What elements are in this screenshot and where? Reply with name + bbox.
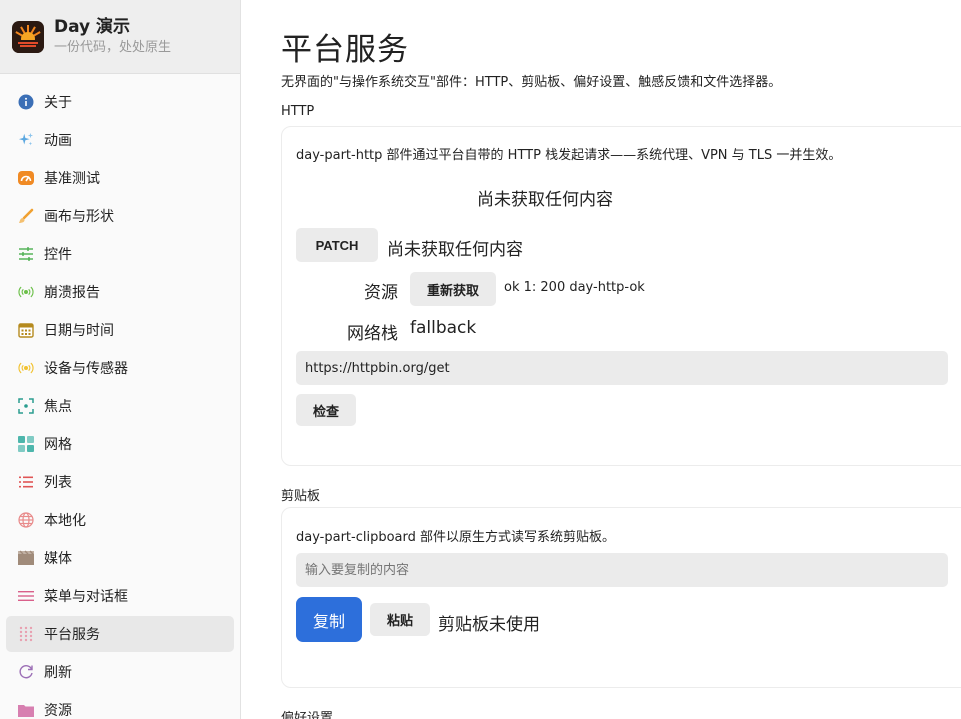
sidebar-item-label: 媒体 (44, 551, 72, 567)
list-icon (18, 474, 34, 490)
clipboard-status: 剪贴板未使用 (438, 615, 540, 635)
sidebar-item-about[interactable]: 关于 (6, 84, 234, 120)
main-content: 平台服务 无界面的"与操作系统交互"部件：HTTP、剪贴板、偏好设置、触感反馈和… (241, 0, 961, 719)
sidebar-item-label: 动画 (44, 133, 72, 149)
grid-icon (18, 436, 34, 452)
sidebar-item-canvas[interactable]: 画布与形状 (6, 198, 234, 234)
sidebar-item-label: 设备与传感器 (44, 361, 128, 377)
url-input[interactable] (296, 351, 948, 385)
app-header: Day 演示 一份代码，处处原生 (0, 0, 240, 74)
sidebar-item-label: 网格 (44, 437, 72, 453)
brush-icon (18, 208, 34, 224)
sidebar-item-label: 画布与形状 (44, 209, 114, 225)
patch-button[interactable]: PATCH (296, 228, 378, 262)
preferences-section-label: 偏好设置 (281, 711, 334, 719)
clipboard-input[interactable] (296, 553, 948, 587)
http-card: day-part-http 部件通过平台自带的 HTTP 栈发起请求——系统代理… (281, 126, 961, 466)
sidebar-item-label: 基准测试 (44, 171, 100, 187)
sidebar-item-label: 控件 (44, 247, 72, 263)
speedometer-icon (18, 170, 34, 186)
sensor-icon (18, 360, 34, 376)
sidebar-item-crash-report[interactable]: 崩溃报告 (6, 274, 234, 310)
globe-icon (18, 512, 34, 528)
http-section-label: HTTP (281, 104, 315, 119)
clipboard-section-label: 剪贴板 (281, 489, 321, 504)
clipboard-description: day-part-clipboard 部件以原生方式读写系统剪贴板。 (296, 530, 616, 545)
dots-grid-icon (18, 626, 34, 642)
sidebar-item-devices[interactable]: 设备与传感器 (6, 350, 234, 386)
sidebar: Day 演示 一份代码，处处原生 关于 动画 基准测试 画布与形状 控件 崩溃报… (0, 0, 241, 719)
inspect-button[interactable]: 检查 (296, 394, 356, 426)
resource-result: ok 1: 200 day-http-ok (504, 280, 645, 295)
resource-label: 资源 (364, 283, 398, 303)
calendar-icon (18, 322, 34, 338)
sidebar-item-resources[interactable]: 资源 (6, 692, 234, 719)
paste-button[interactable]: 粘贴 (370, 603, 430, 636)
app-logo-icon (12, 20, 44, 53)
clipboard-card: day-part-clipboard 部件以原生方式读写系统剪贴板。 复制 粘贴… (281, 507, 961, 688)
sidebar-item-benchmark[interactable]: 基准测试 (6, 160, 234, 196)
sidebar-item-label: 刷新 (44, 665, 72, 681)
sliders-icon (18, 246, 34, 262)
sidebar-item-label: 关于 (44, 95, 72, 111)
film-icon (18, 550, 34, 566)
sidebar-item-platform-services[interactable]: 平台服务 (6, 616, 234, 652)
app-subtitle: 一份代码，处处原生 (54, 40, 172, 55)
broadcast-icon (18, 284, 34, 300)
sidebar-nav: 关于 动画 基准测试 画布与形状 控件 崩溃报告 日期与时间 设备与传感器 焦点… (0, 74, 240, 719)
sidebar-item-refresh[interactable]: 刷新 (6, 654, 234, 690)
sidebar-item-media[interactable]: 媒体 (6, 540, 234, 576)
sidebar-item-menus-dialogs[interactable]: 菜单与对话框 (6, 578, 234, 614)
sidebar-item-label: 本地化 (44, 513, 86, 529)
refetch-button[interactable]: 重新获取 (410, 272, 496, 306)
sidebar-item-label: 平台服务 (44, 627, 100, 643)
sidebar-item-label: 焦点 (44, 399, 72, 415)
folder-icon (18, 702, 34, 718)
http-description: day-part-http 部件通过平台自带的 HTTP 栈发起请求——系统代理… (296, 148, 842, 163)
sidebar-item-label: 崩溃报告 (44, 285, 100, 301)
app-title: Day 演示 (54, 17, 131, 37)
info-icon (18, 94, 34, 110)
sidebar-item-label: 菜单与对话框 (44, 589, 128, 605)
sidebar-item-list[interactable]: 列表 (6, 464, 234, 500)
menu-icon (18, 588, 34, 604)
copy-button[interactable]: 复制 (296, 597, 362, 642)
sidebar-item-label: 列表 (44, 475, 72, 491)
sidebar-item-focus[interactable]: 焦点 (6, 388, 234, 424)
sidebar-item-date-time[interactable]: 日期与时间 (6, 312, 234, 348)
page-title: 平台服务 (281, 32, 409, 68)
sidebar-item-label: 日期与时间 (44, 323, 114, 339)
patch-result: 尚未获取任何内容 (387, 240, 523, 260)
page-description: 无界面的"与操作系统交互"部件：HTTP、剪贴板、偏好设置、触感反馈和文件选择器… (281, 75, 782, 90)
sidebar-item-label: 资源 (44, 703, 72, 719)
stack-value: fallback (410, 318, 477, 338)
sidebar-item-animation[interactable]: 动画 (6, 122, 234, 158)
focus-icon (18, 398, 34, 414)
http-status-text: 尚未获取任何内容 (477, 190, 613, 210)
sparkles-icon (18, 132, 34, 148)
sidebar-item-localization[interactable]: 本地化 (6, 502, 234, 538)
stack-label: 网络栈 (347, 324, 398, 344)
refresh-icon (18, 664, 34, 680)
sidebar-item-controls[interactable]: 控件 (6, 236, 234, 272)
sidebar-item-grid[interactable]: 网格 (6, 426, 234, 462)
